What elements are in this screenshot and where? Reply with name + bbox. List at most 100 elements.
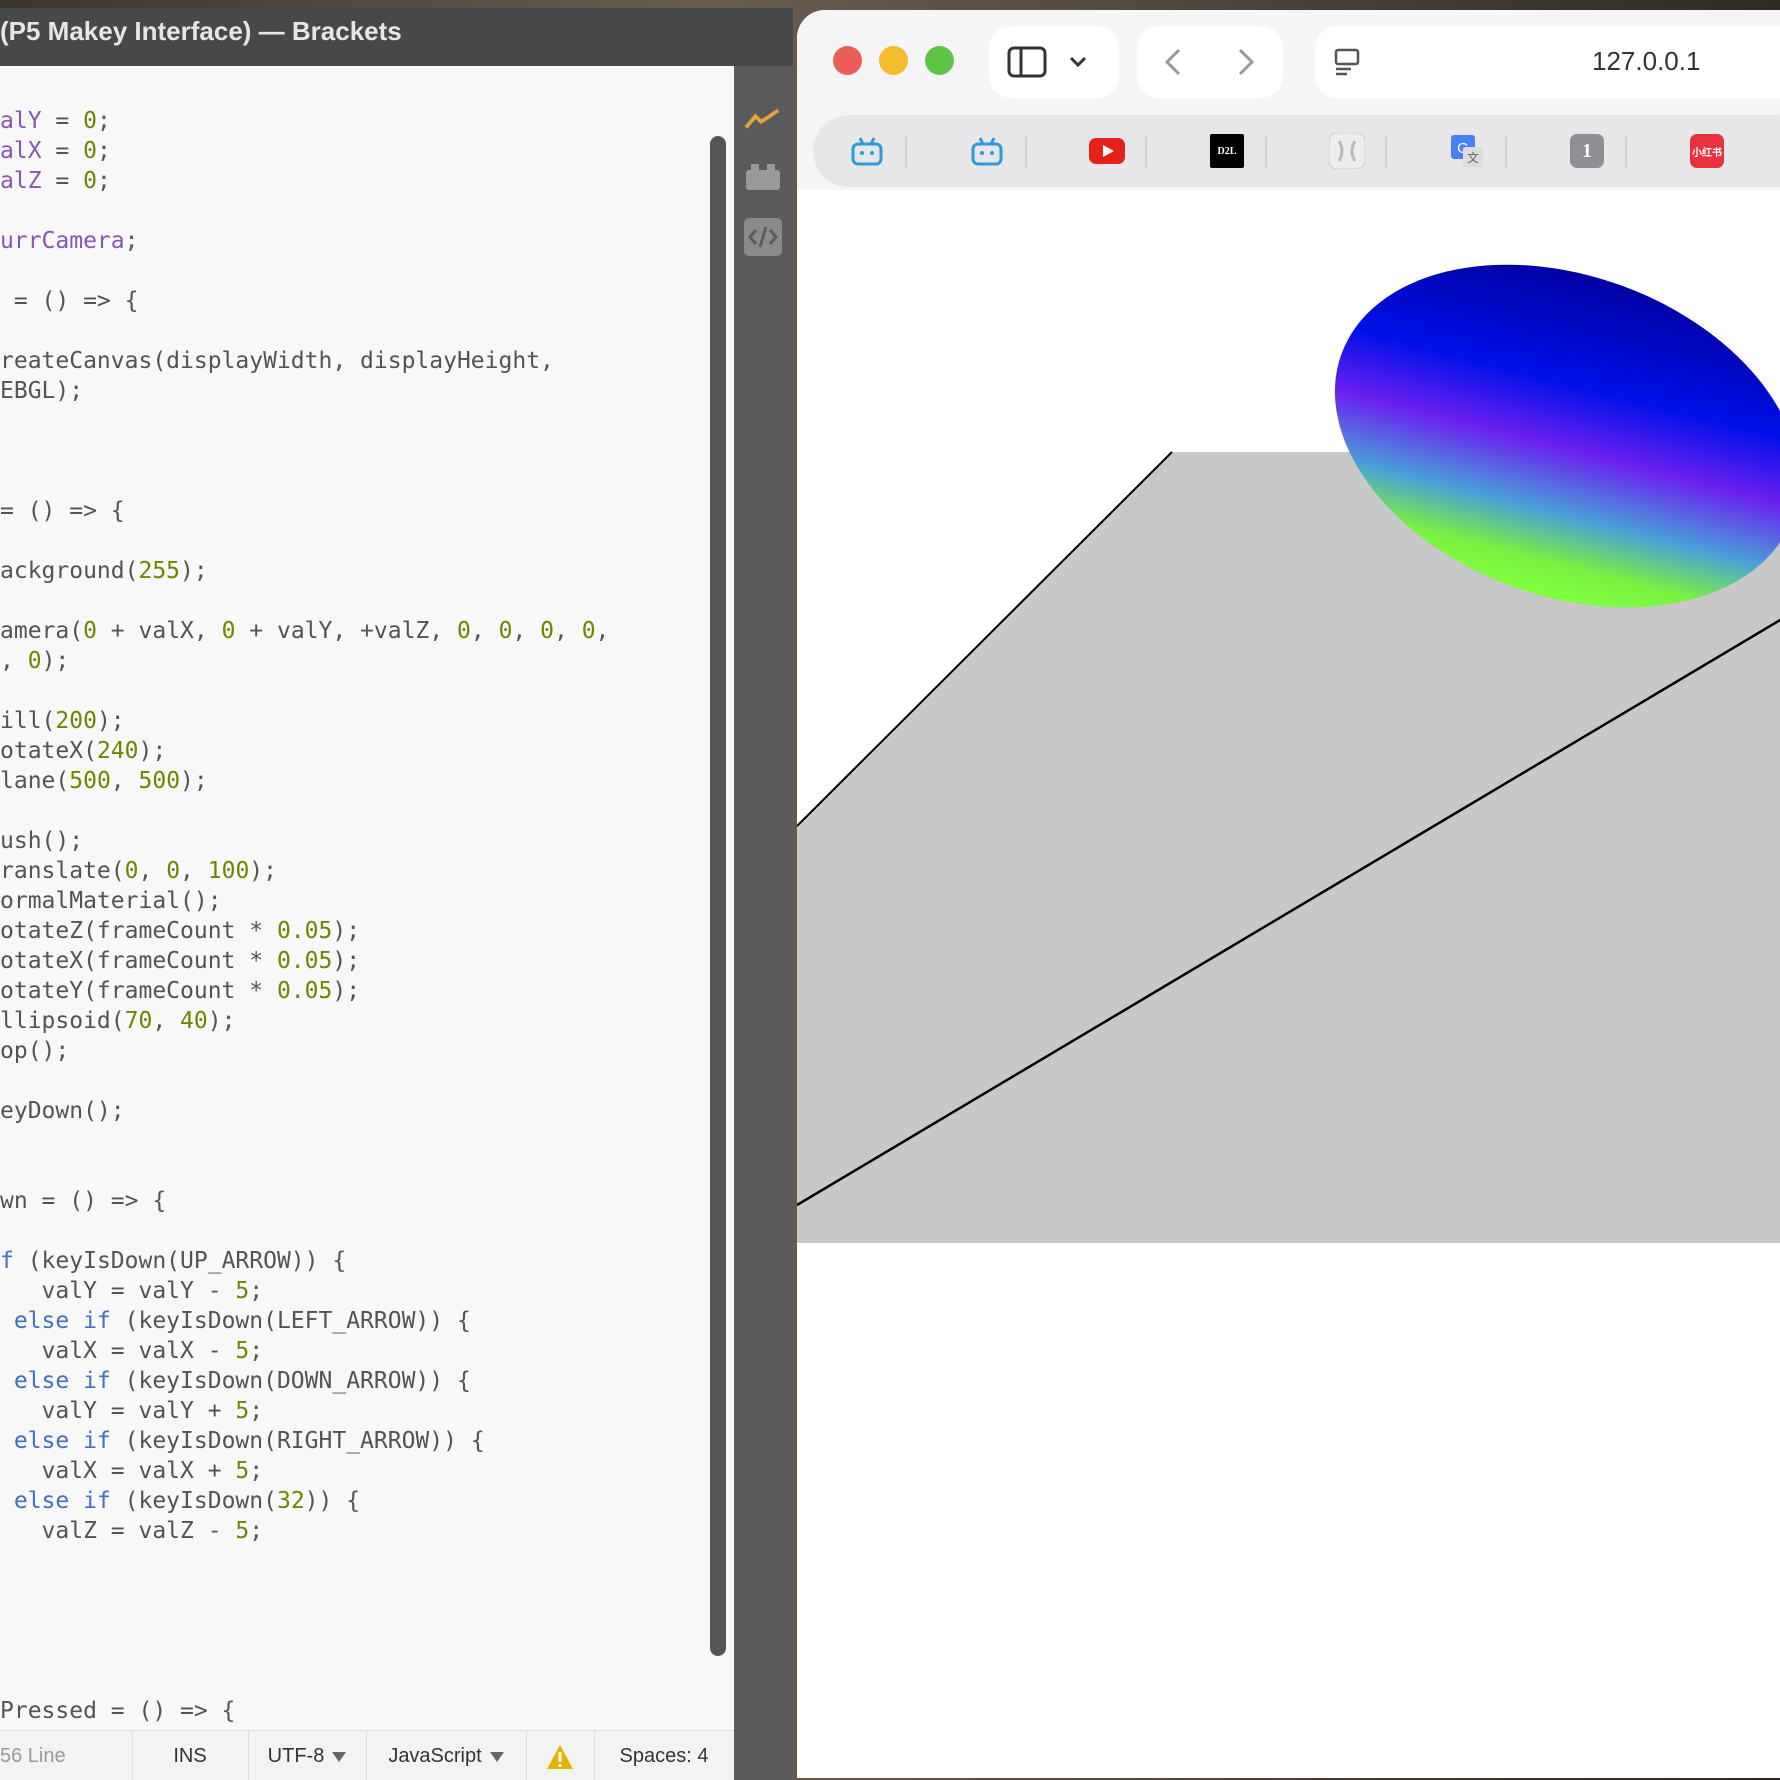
zoom-button[interactable]: [925, 46, 954, 75]
live-preview-icon[interactable]: [744, 100, 782, 138]
code-line: op();: [0, 1036, 609, 1066]
code-token: 5: [235, 1278, 250, 1304]
code-token: ;: [249, 1338, 264, 1364]
insert-mode-toggle[interactable]: INS: [132, 1731, 249, 1780]
close-button[interactable]: [833, 46, 862, 75]
code-line: otateX(240);: [0, 736, 609, 766]
outline-app-icon[interactable]: [1327, 131, 1367, 171]
code-token: ,: [152, 1008, 181, 1034]
code-line: ill(200);: [0, 706, 609, 736]
code-line: = () => {: [0, 496, 609, 526]
webgl-scene: [797, 264, 1780, 1243]
code-line: ush();: [0, 826, 609, 856]
code-line: else if (keyIsDown(DOWN_ARROW)) {: [0, 1366, 609, 1396]
code-token: op();: [0, 1038, 70, 1064]
code-token: valY = valY -: [0, 1278, 236, 1304]
code-token: );: [41, 648, 70, 674]
code-line: valZ = valZ - 5;: [0, 1516, 609, 1546]
code-token: else if: [13, 1488, 111, 1514]
code-token: );: [332, 948, 361, 974]
xiaohongshu-icon[interactable]: 小红书: [1687, 131, 1727, 171]
address-bar[interactable]: [1315, 26, 1780, 98]
code-token: amera(: [0, 618, 84, 644]
bilibili-icon[interactable]: [847, 131, 887, 171]
bilibili-icon[interactable]: [967, 131, 1007, 171]
code-text[interactable]: alY = 0; alX = 0; alZ = 0; urrCamera; = ()…: [0, 106, 609, 1726]
code-editor[interactable]: alY = 0; alX = 0; alZ = 0; urrCamera; = ()…: [0, 66, 734, 1730]
reader-icon[interactable]: [1331, 46, 1363, 78]
code-line: urrCamera;: [0, 226, 609, 256]
code-line: valY = valY - 5;: [0, 1276, 609, 1306]
code-token: 5: [235, 1458, 250, 1484]
code-token: reateCanvas(displayWidth, displayHeight,: [0, 348, 554, 374]
google-translate-icon[interactable]: G文: [1447, 131, 1487, 171]
code-token: ;: [249, 1458, 264, 1484]
language-select[interactable]: JavaScript: [366, 1731, 527, 1780]
code-token: 5: [235, 1518, 250, 1544]
code-token: 0: [83, 108, 97, 134]
code-token: 0: [457, 618, 471, 644]
p5-canvas[interactable]: [797, 190, 1780, 1778]
xiaohongshu-label: 小红书: [1690, 134, 1724, 168]
extension-icon[interactable]: [744, 158, 782, 196]
code-token: urrCamera: [0, 228, 125, 254]
code-token: wn = () => {: [0, 1188, 167, 1214]
code-line: valX = valX + 5;: [0, 1456, 609, 1486]
code-token: ,: [512, 618, 541, 644]
linter-warning-icon[interactable]: [526, 1731, 595, 1780]
code-line: otateZ(frameCount * 0.05);: [0, 916, 609, 946]
code-token: );: [138, 738, 167, 764]
code-token: ,: [180, 858, 208, 884]
code-line: ranslate(0, 0, 100);: [0, 856, 609, 886]
code-token: f: [0, 1248, 14, 1274]
code-line: , 0);: [0, 646, 609, 676]
code-token: )) {: [304, 1488, 361, 1514]
code-token: 255: [138, 558, 181, 584]
code-token: );: [249, 858, 277, 884]
code-token: = () => {: [0, 498, 125, 524]
code-line: reateCanvas(displayWidth, displayHeight,: [0, 346, 609, 376]
url-text[interactable]: 127.0.0.1: [1592, 46, 1700, 77]
code-token: );: [180, 768, 208, 794]
code-token: else if: [13, 1308, 111, 1334]
youtube-icon[interactable]: [1087, 131, 1127, 171]
minimize-button[interactable]: [879, 46, 908, 75]
sidebar-toggle-button[interactable]: [989, 26, 1119, 98]
tab-count-icon[interactable]: 1: [1567, 131, 1607, 171]
history-nav: [1137, 26, 1283, 98]
code-token: ackground(: [0, 558, 139, 584]
code-line: f (keyIsDown(UP_ARROW)) {: [0, 1246, 609, 1276]
code-line: else if (keyIsDown(32)) {: [0, 1486, 609, 1516]
editor-scrollbar[interactable]: [710, 136, 726, 1656]
code-line: alX = 0;: [0, 136, 609, 166]
back-button[interactable]: [1137, 26, 1210, 98]
encoding-select[interactable]: UTF-8: [248, 1731, 367, 1780]
favorites-separator: [1265, 137, 1267, 167]
code-token: ;: [249, 1278, 264, 1304]
code-token: otateY(frameCount *: [0, 978, 277, 1004]
code-token: (keyIsDown(: [110, 1488, 277, 1514]
forward-button[interactable]: [1210, 26, 1283, 98]
code-token: 0: [83, 168, 97, 194]
code-token: ,: [553, 618, 582, 644]
code-token: ush();: [0, 828, 84, 854]
code-token: (keyIsDown(RIGHT_ARROW)) {: [110, 1428, 485, 1454]
indent-setting[interactable]: Spaces: 4: [594, 1731, 734, 1780]
code-token: 0: [27, 648, 42, 674]
d2l-icon[interactable]: D2L: [1207, 131, 1247, 171]
code-token: ill(: [0, 708, 56, 734]
code-token: );: [96, 708, 125, 734]
code-token: 0: [124, 858, 139, 884]
favorites-separator: [1625, 137, 1627, 167]
svg-text:文: 文: [1467, 150, 1479, 165]
code-icon[interactable]: [744, 218, 782, 256]
